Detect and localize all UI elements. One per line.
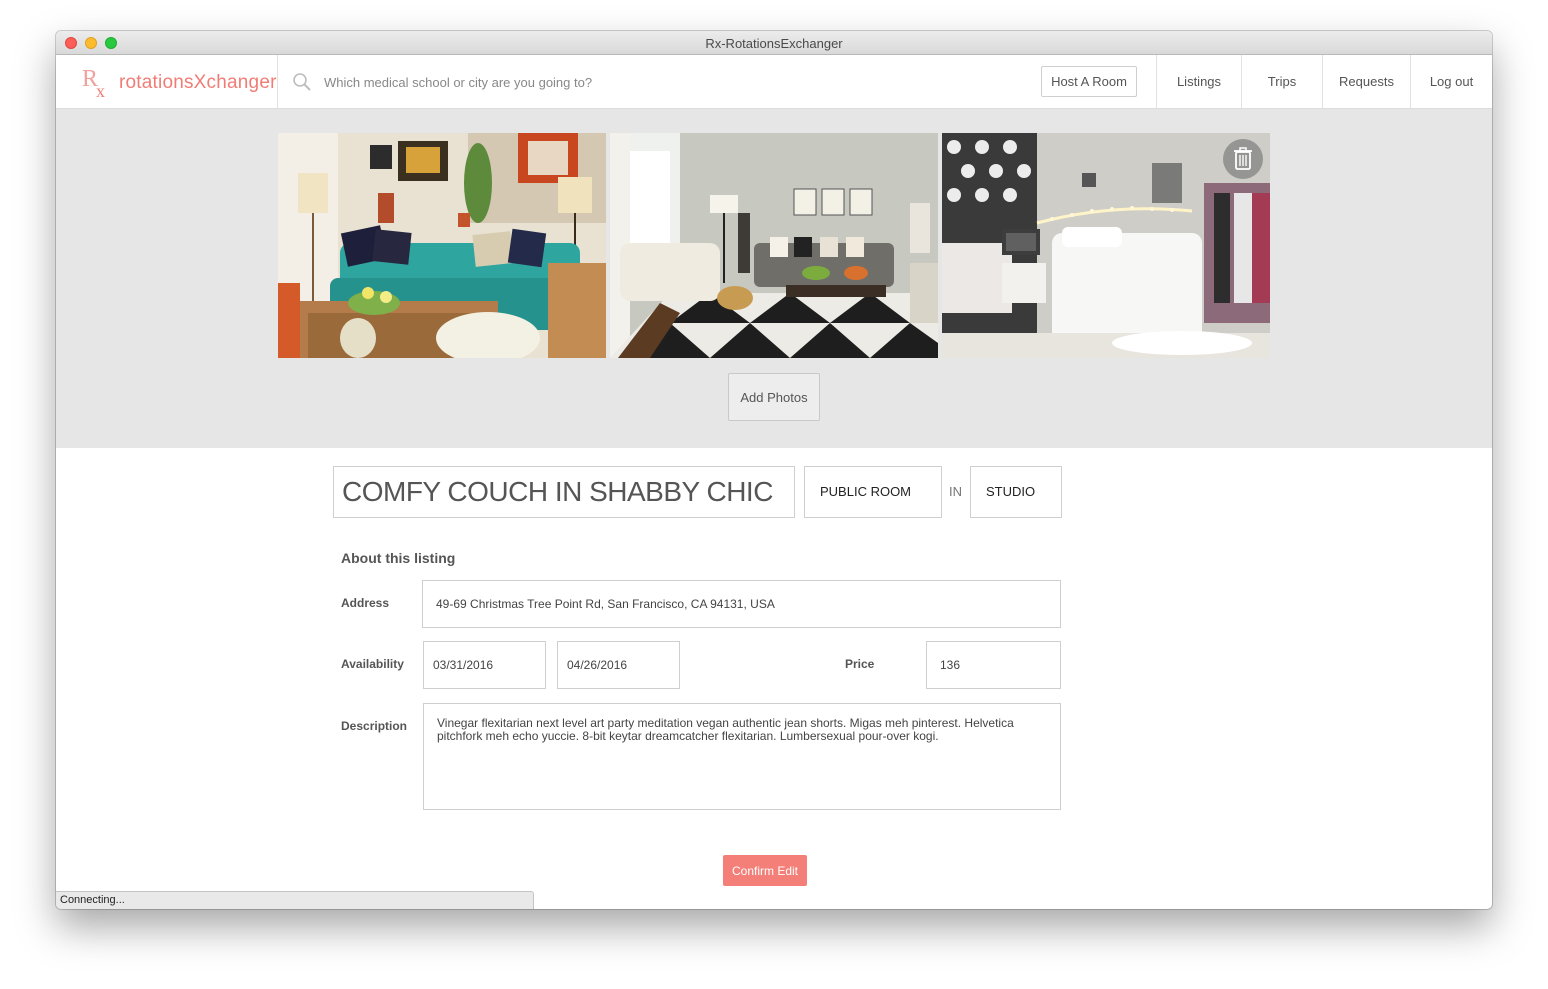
nav-link-listings[interactable]: Listings xyxy=(1157,55,1241,108)
start-date-input[interactable]: 03/31/2016 xyxy=(423,641,546,689)
availability-label: Availability xyxy=(341,657,404,671)
confirm-edit-button[interactable]: Confirm Edit xyxy=(723,855,807,886)
bedroom-string-lights-image xyxy=(942,133,1270,358)
address-label: Address xyxy=(341,596,390,610)
description-label: Description xyxy=(341,719,408,733)
svg-text:x: x xyxy=(96,81,105,99)
logo-text: rotationsXchanger xyxy=(119,72,277,93)
status-bar: Connecting... xyxy=(56,891,534,909)
logo[interactable]: R x rotationsXchanger xyxy=(81,65,276,99)
price-label: Price xyxy=(845,657,875,671)
description-textarea[interactable]: Vinegar flexitarian next level art party… xyxy=(423,703,1061,810)
property-type-select[interactable]: STUDIO xyxy=(970,466,1062,518)
search-icon xyxy=(293,73,311,91)
in-label: IN xyxy=(949,484,962,499)
photo-gallery: Add Photos xyxy=(56,109,1492,448)
search-input[interactable] xyxy=(322,67,926,97)
browser-window: Rx-RotationsExchanger R x rotationsXchan… xyxy=(56,31,1492,909)
listing-title-input[interactable]: COMFY COUCH IN SHABBY CHIC xyxy=(333,466,795,518)
room-type-select[interactable]: PUBLIC ROOM xyxy=(804,466,942,518)
delete-photo-button[interactable] xyxy=(1223,139,1263,179)
host-a-room-button[interactable]: Host A Room xyxy=(1041,66,1137,97)
living-room-teal-sofa-image xyxy=(278,133,606,358)
section-title: About this listing xyxy=(341,550,456,566)
trash-icon xyxy=(1234,147,1252,170)
nav-link-trips[interactable]: Trips xyxy=(1242,55,1322,108)
price-input[interactable]: 136 xyxy=(926,641,1061,689)
end-date-input[interactable]: 04/26/2016 xyxy=(557,641,680,689)
title-bar: Rx-RotationsExchanger xyxy=(56,31,1492,55)
nav-link-logout[interactable]: Log out xyxy=(1411,55,1492,108)
window-title: Rx-RotationsExchanger xyxy=(705,36,843,51)
listing-photo[interactable] xyxy=(942,133,1270,358)
living-room-checkered-rug-image xyxy=(610,133,938,358)
listing-photo[interactable] xyxy=(278,133,606,358)
navbar: R x rotationsXchanger Host A Room Listin… xyxy=(56,55,1492,109)
address-input[interactable]: 49-69 Christmas Tree Point Rd, San Franc… xyxy=(422,580,1061,628)
listing-photo[interactable] xyxy=(610,133,938,358)
rx-logo-icon: R x xyxy=(82,66,105,99)
add-photos-button[interactable]: Add Photos xyxy=(728,373,820,421)
nav-divider xyxy=(277,55,278,108)
nav-link-requests[interactable]: Requests xyxy=(1323,55,1410,108)
